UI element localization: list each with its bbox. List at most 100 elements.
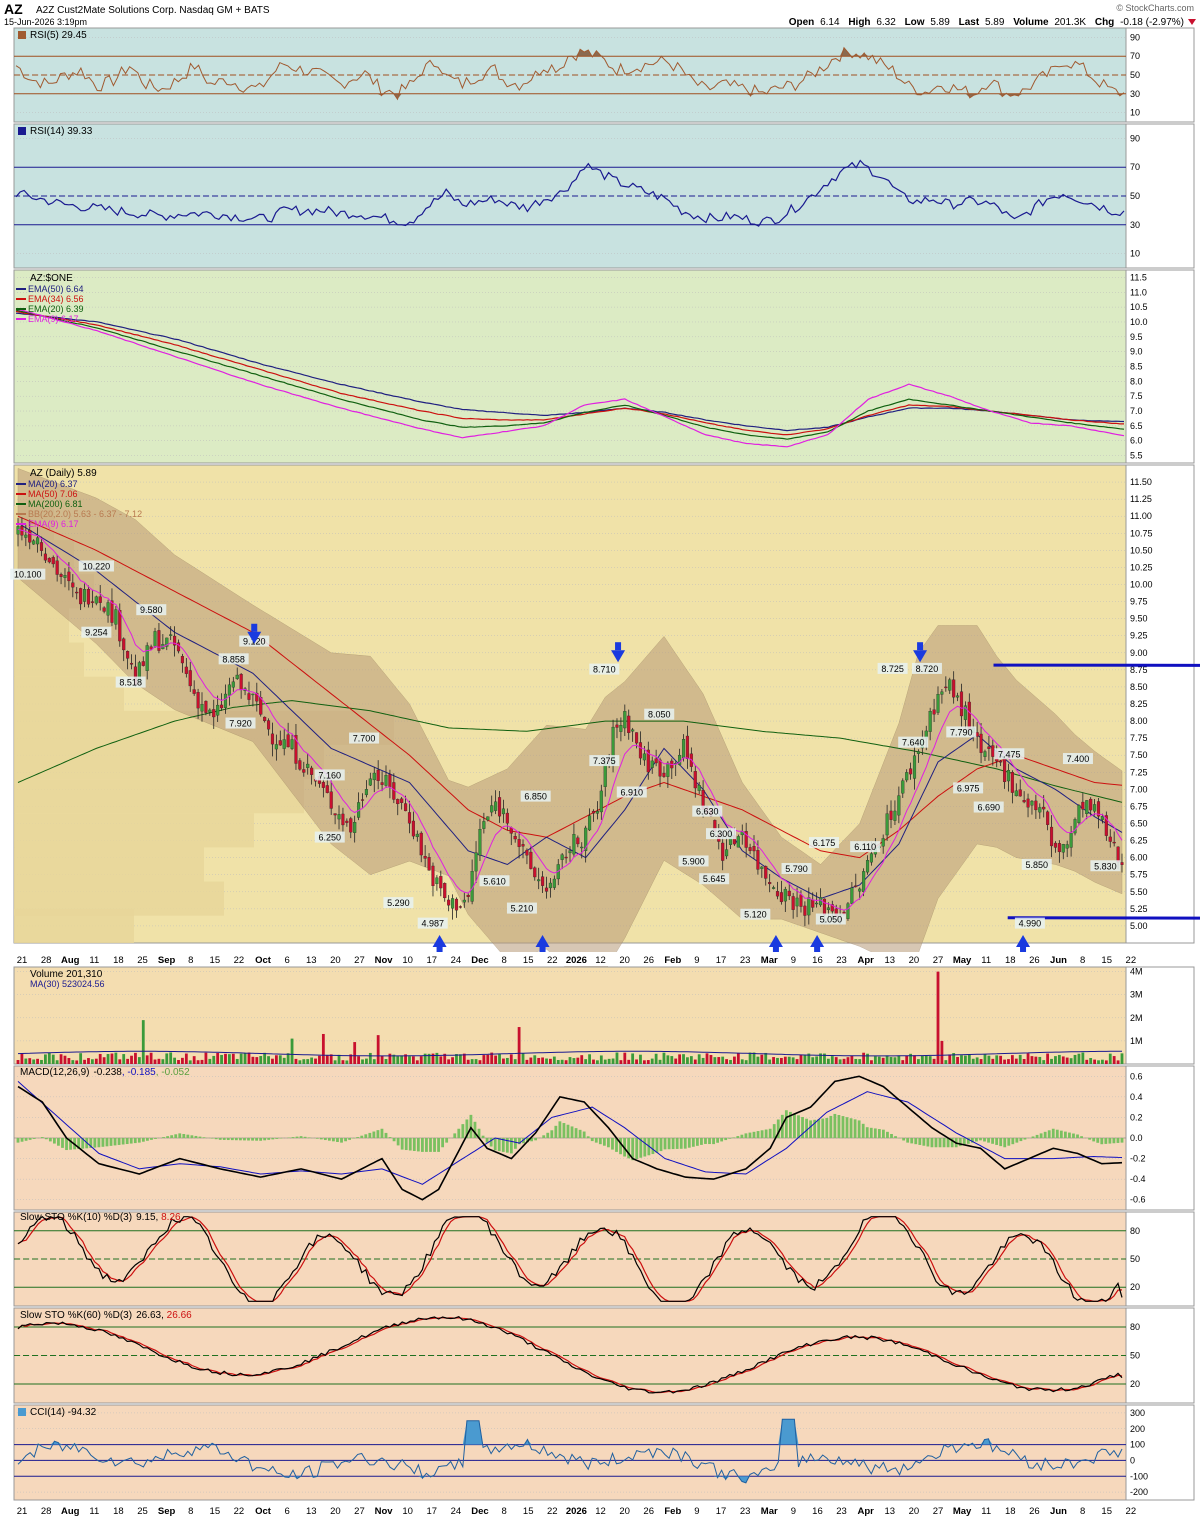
- candle-body: [627, 715, 631, 733]
- price-panel-title: AZ (Daily) 5.89: [30, 468, 97, 479]
- macd-histogram-bar: [590, 1138, 594, 1142]
- volume-bar: [181, 1057, 184, 1064]
- macd-histogram-bar: [906, 1138, 910, 1143]
- macd-histogram-bar: [178, 1133, 182, 1138]
- chart-panes: 9070503010RSI(5) 29.459070503010RSI(14) …: [10, 27, 1200, 1517]
- volume-bar: [971, 1058, 975, 1064]
- candle-body: [67, 571, 71, 582]
- macd-histogram-bar: [154, 1138, 157, 1139]
- price-annotation: 10.100: [14, 570, 42, 580]
- candle-body: [822, 898, 827, 916]
- volume-bar: [940, 1040, 944, 1064]
- candle-body: [407, 812, 412, 824]
- volume-bar: [1097, 1060, 1100, 1064]
- price-annotation: 7.400: [1067, 754, 1090, 764]
- volume-bar: [44, 1054, 47, 1064]
- candle-body: [497, 797, 502, 817]
- macd-histogram-bar: [1104, 1138, 1108, 1144]
- candle-body: [353, 822, 357, 833]
- macd-histogram-bar: [1068, 1132, 1071, 1138]
- candle-body: [376, 769, 380, 781]
- macd-histogram-bar: [105, 1138, 109, 1147]
- chg-value: -0.18 (-2.97%): [1120, 17, 1184, 28]
- volume-bar: [94, 1058, 98, 1064]
- x-tick-label: Feb: [664, 1506, 681, 1517]
- x-tick-label: 22: [234, 1506, 245, 1517]
- x-tick-label: 17: [426, 1506, 437, 1517]
- macd-histogram-bar: [772, 1124, 776, 1138]
- macd-histogram-bar: [869, 1127, 873, 1138]
- macd-histogram-bar: [441, 1138, 445, 1148]
- candle-body: [544, 887, 549, 892]
- x-tick-label: Oct: [255, 955, 272, 966]
- x-tick-label: 20: [619, 955, 630, 966]
- price-annotation: 7.790: [950, 727, 973, 737]
- volume-bar: [310, 1057, 314, 1064]
- macd-histogram-bar: [146, 1138, 149, 1141]
- panel-cci: 300 200 100 0 -100 -200 CCI(14) -94.32: [13, 1404, 1195, 1501]
- volume-bar: [705, 1053, 709, 1064]
- candle-body: [239, 674, 243, 690]
- candle-body: [298, 760, 302, 770]
- candle-body: [1042, 806, 1046, 810]
- volume-by-price-bar: [14, 676, 124, 711]
- macd-histogram-bar: [853, 1119, 857, 1138]
- macd-histogram-bar: [267, 1138, 271, 1140]
- x-tick-label: 22: [1126, 1506, 1137, 1517]
- candle-body: [603, 762, 607, 787]
- macd-histogram-bar: [542, 1135, 546, 1138]
- macd-histogram-bar: [1112, 1138, 1116, 1144]
- candle-body: [153, 631, 157, 647]
- volume-bar: [682, 1054, 685, 1064]
- volume-bar: [345, 1060, 349, 1064]
- volume-bar: [928, 1056, 932, 1064]
- volume-bar: [1003, 1059, 1006, 1064]
- ema-legend-item: EMA(9) 6.17: [28, 314, 79, 324]
- candle-body: [850, 887, 854, 904]
- y-tick-label: 5.75: [1130, 870, 1148, 880]
- candle-body: [631, 729, 635, 732]
- macd-histogram-bar: [416, 1138, 420, 1152]
- macd-histogram-bar: [570, 1126, 574, 1138]
- candle-body: [129, 662, 134, 665]
- macd-histogram-bar: [882, 1129, 885, 1138]
- candle-body: [321, 782, 325, 788]
- macd-histogram-bar: [388, 1137, 392, 1138]
- volume-bar: [924, 1055, 928, 1064]
- volume-bar: [102, 1057, 106, 1064]
- price-annotation: 4.990: [1019, 919, 1042, 929]
- macd-histogram-bar: [1003, 1138, 1007, 1148]
- candle-body: [431, 865, 435, 887]
- candle-body: [799, 894, 803, 907]
- volume-bar: [110, 1053, 114, 1064]
- volume-bar: [787, 1056, 791, 1064]
- volume-bar: [572, 1058, 576, 1064]
- candle-body: [999, 761, 1003, 763]
- cci-title: CCI(14) -94.32: [30, 1407, 97, 1418]
- volume-bar: [325, 1055, 329, 1064]
- volume-bar: [877, 1056, 881, 1064]
- macd-histogram-bar: [942, 1138, 946, 1148]
- candle-body: [345, 820, 349, 823]
- candle-body: [251, 693, 255, 696]
- candle-body: [662, 772, 666, 777]
- candle-body: [862, 871, 866, 893]
- volume-bar: [529, 1057, 533, 1064]
- macd-histogram-bar: [425, 1138, 428, 1152]
- candle-body: [55, 560, 59, 575]
- macd-histogram-bar: [1096, 1138, 1100, 1143]
- candle-body: [16, 526, 20, 535]
- macd-histogram-bar: [420, 1138, 424, 1152]
- candle-body: [118, 610, 122, 642]
- volume-bar: [333, 1060, 337, 1064]
- candle-body: [235, 674, 239, 679]
- candle-body: [599, 790, 603, 813]
- candle-body: [141, 661, 145, 666]
- macd-histogram-bar: [141, 1138, 145, 1142]
- volume-bar: [134, 1052, 137, 1064]
- price-annotation: 7.475: [998, 749, 1021, 759]
- y-tick-label: 5.00: [1130, 921, 1148, 931]
- candle-body: [1026, 798, 1030, 808]
- x-tick-label: Apr: [857, 1506, 874, 1517]
- macd-histogram-bar: [1019, 1138, 1023, 1142]
